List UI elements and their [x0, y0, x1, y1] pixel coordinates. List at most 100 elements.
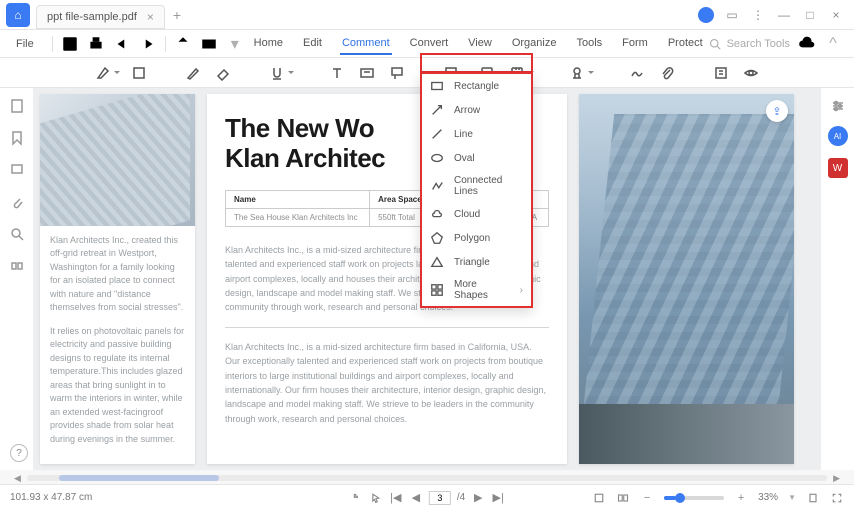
signature-tool-icon[interactable] [626, 62, 648, 84]
zoom-slider[interactable] [664, 496, 724, 500]
save-icon[interactable] [61, 35, 79, 53]
page1-paragraph-1: Klan Architects Inc., created this off-g… [50, 234, 185, 315]
text-tool-icon[interactable] [326, 62, 348, 84]
search-panel-icon[interactable] [9, 226, 25, 242]
chevron-right-icon: › [520, 285, 523, 296]
scroll-thumb[interactable] [59, 475, 219, 481]
pencil-tool-icon[interactable] [182, 62, 204, 84]
menu-view[interactable]: View [466, 33, 494, 55]
close-icon[interactable]: × [147, 10, 154, 24]
menu-edit[interactable]: Edit [301, 33, 324, 55]
menu-protect[interactable]: Protect [666, 33, 705, 55]
shape-triangle[interactable]: Triangle [422, 250, 531, 274]
prev-page-icon[interactable]: ◀ [409, 491, 423, 505]
area-highlight-icon[interactable] [128, 62, 150, 84]
minimize-icon[interactable]: — [776, 7, 792, 23]
more-icon[interactable]: ⋮ [750, 7, 766, 23]
stamp-tool-icon[interactable] [566, 62, 588, 84]
document-tab[interactable]: ppt file-sample.pdf × [36, 5, 165, 29]
comments-panel-icon[interactable] [710, 62, 732, 84]
maximize-icon[interactable]: □ [802, 7, 818, 23]
share-button[interactable]: ⇪ [766, 100, 788, 122]
textbox-tool-icon[interactable] [356, 62, 378, 84]
main-menu: Home Edit Comment Convert View Organize … [252, 33, 705, 55]
menu-organize[interactable]: Organize [510, 33, 559, 55]
attachments-icon[interactable] [9, 194, 25, 210]
zoom-value: 33% [758, 492, 778, 503]
shape-polygon[interactable]: Polygon [422, 226, 531, 250]
underline-tool-icon[interactable] [266, 62, 288, 84]
callout-tool-icon[interactable] [386, 62, 408, 84]
shape-rectangle[interactable]: Rectangle [422, 74, 531, 98]
user-avatar[interactable] [698, 7, 714, 23]
fields-icon[interactable] [9, 258, 25, 274]
word-badge-icon[interactable]: W [828, 158, 848, 178]
menu-home[interactable]: Home [252, 33, 285, 55]
page-number-input[interactable] [429, 491, 451, 505]
right-sidebar: AI W [820, 88, 854, 470]
doc-title-line1: The New Wo [225, 113, 374, 143]
mail-icon[interactable] [200, 35, 218, 53]
shape-more-shapes[interactable]: More Shapes› [422, 274, 531, 306]
menu-form[interactable]: Form [620, 33, 650, 55]
last-page-icon[interactable]: ▶| [491, 491, 505, 505]
select-tool-icon[interactable] [369, 491, 383, 505]
shape-oval[interactable]: Oval [422, 146, 531, 170]
hide-comments-icon[interactable] [740, 62, 762, 84]
fit-width-icon[interactable] [592, 491, 606, 505]
ai-badge-icon[interactable]: AI [828, 126, 848, 146]
print-icon[interactable] [87, 35, 105, 53]
file-menu[interactable]: File [8, 36, 42, 52]
td-name: The Sea House Klan Architects Inc [226, 208, 370, 226]
zoom-out-icon[interactable]: − [640, 491, 654, 505]
first-page-icon[interactable]: |◀ [389, 491, 403, 505]
scroll-left-icon[interactable]: ◀ [14, 473, 21, 484]
doc-title-line2: Klan Architec [225, 143, 385, 173]
upload-icon[interactable] [174, 35, 192, 53]
page-total: /4 [457, 492, 465, 503]
th-name: Name [226, 190, 370, 208]
menu-convert[interactable]: Convert [408, 33, 451, 55]
zoom-in-icon[interactable]: + [734, 491, 748, 505]
collapse-ribbon-icon[interactable]: ^ [824, 35, 842, 53]
notes-icon[interactable]: ▭ [724, 7, 740, 23]
menu-comment[interactable]: Comment [340, 33, 392, 55]
hand-tool-icon[interactable] [349, 491, 363, 505]
eraser-tool-icon[interactable] [212, 62, 234, 84]
dropdown-icon[interactable]: ▾ [226, 35, 244, 53]
fit-page-icon[interactable] [806, 491, 820, 505]
statusbar: 101.93 x 47.87 cm |◀ ◀ /4 ▶ ▶| − + 33% ▼ [0, 484, 854, 510]
page-1: Klan Architects Inc., created this off-g… [40, 94, 195, 464]
zoom-dropdown-icon[interactable]: ▼ [788, 493, 796, 502]
bookmarks-icon[interactable] [9, 130, 25, 146]
menubar: File ▾ Home Edit Comment Convert View Or… [0, 30, 854, 58]
view-mode-icon[interactable] [616, 491, 630, 505]
horizontal-scrollbar[interactable]: ◀ ▶ [14, 473, 840, 483]
shape-arrow[interactable]: Arrow [422, 98, 531, 122]
tab-label: ppt file-sample.pdf [47, 11, 137, 23]
annotations-icon[interactable] [9, 162, 25, 178]
thumbnails-icon[interactable] [9, 98, 25, 114]
shape-line[interactable]: Line [422, 122, 531, 146]
undo-icon[interactable] [113, 35, 131, 53]
left-sidebar [0, 88, 34, 470]
attachment-tool-icon[interactable] [656, 62, 678, 84]
page1-paragraph-2: It relies on photovoltaic panels for ele… [50, 325, 185, 447]
properties-icon[interactable] [830, 98, 846, 114]
redo-icon[interactable] [139, 35, 157, 53]
fullscreen-icon[interactable] [830, 491, 844, 505]
page2-paragraph-2: Klan Architects Inc., is a mid-sized arc… [225, 340, 549, 426]
shape-cloud[interactable]: Cloud [422, 202, 531, 226]
highlight-tool-icon[interactable] [92, 62, 114, 84]
close-window-icon[interactable]: × [828, 7, 844, 23]
help-button[interactable]: ? [10, 444, 28, 462]
scroll-right-icon[interactable]: ▶ [833, 473, 840, 484]
search-tools[interactable]: Search Tools [709, 38, 790, 50]
new-tab-button[interactable]: + [173, 7, 181, 23]
next-page-icon[interactable]: ▶ [471, 491, 485, 505]
cloud-icon[interactable] [798, 35, 816, 53]
search-placeholder: Search Tools [727, 38, 790, 50]
page1-image [40, 94, 195, 226]
menu-tools[interactable]: Tools [574, 33, 604, 55]
shape-connected-lines[interactable]: Connected Lines [422, 170, 531, 202]
